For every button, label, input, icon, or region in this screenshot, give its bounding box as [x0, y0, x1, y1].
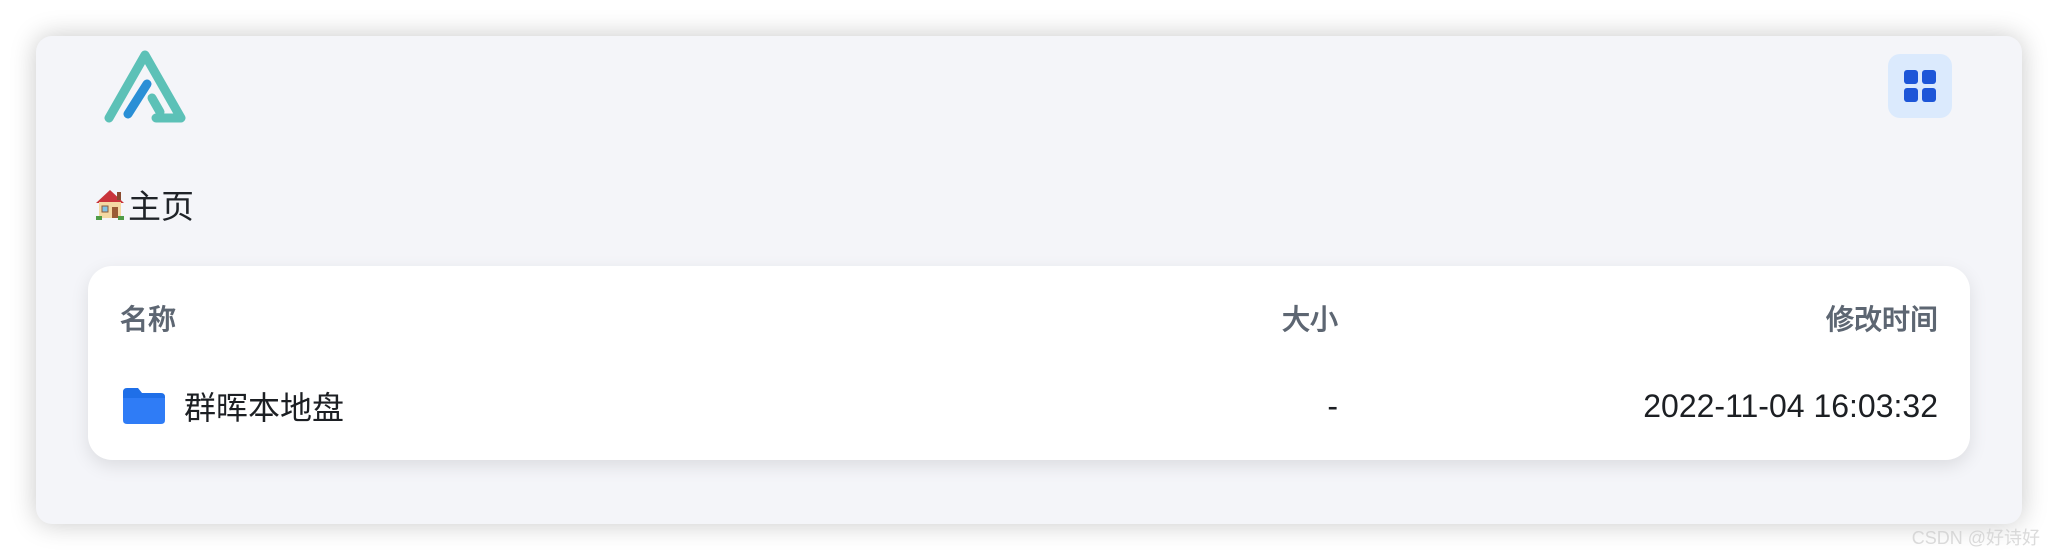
column-header-name[interactable]: 名称	[120, 298, 1218, 338]
layout-toggle-button[interactable]	[1888, 54, 1952, 118]
breadcrumb-label: 主页	[128, 188, 194, 225]
table-row[interactable]: 群晖本地盘 - 2022-11-04 16:03:32	[120, 374, 1938, 438]
folder-icon	[123, 388, 165, 424]
file-name: 群晖本地盘	[184, 390, 345, 426]
column-header-modified[interactable]: 修改时间	[1338, 298, 1938, 338]
logo[interactable]	[104, 50, 186, 126]
alist-logo-icon	[104, 50, 186, 123]
breadcrumb-home[interactable]: 主页	[94, 182, 194, 226]
watermark: CSDN @好诗好	[1911, 528, 2040, 548]
grid-view-icon	[1904, 70, 1936, 102]
file-list-panel: 名称 大小 修改时间 群晖本地盘 - 2022-11-04 16:03:32	[88, 266, 1970, 460]
column-header-size[interactable]: 大小	[1218, 298, 1338, 338]
app-window: 主页 名称 大小 修改时间 群晖本地盘 - 2022-11-04 16:03:3…	[36, 36, 2022, 524]
table-header: 名称 大小 修改时间	[120, 296, 1938, 340]
house-icon	[96, 190, 124, 220]
file-name-cell: 群晖本地盘	[120, 383, 1218, 429]
file-size: -	[1327, 387, 1338, 424]
file-modified-time: 2022-11-04 16:03:32	[1643, 387, 1938, 424]
